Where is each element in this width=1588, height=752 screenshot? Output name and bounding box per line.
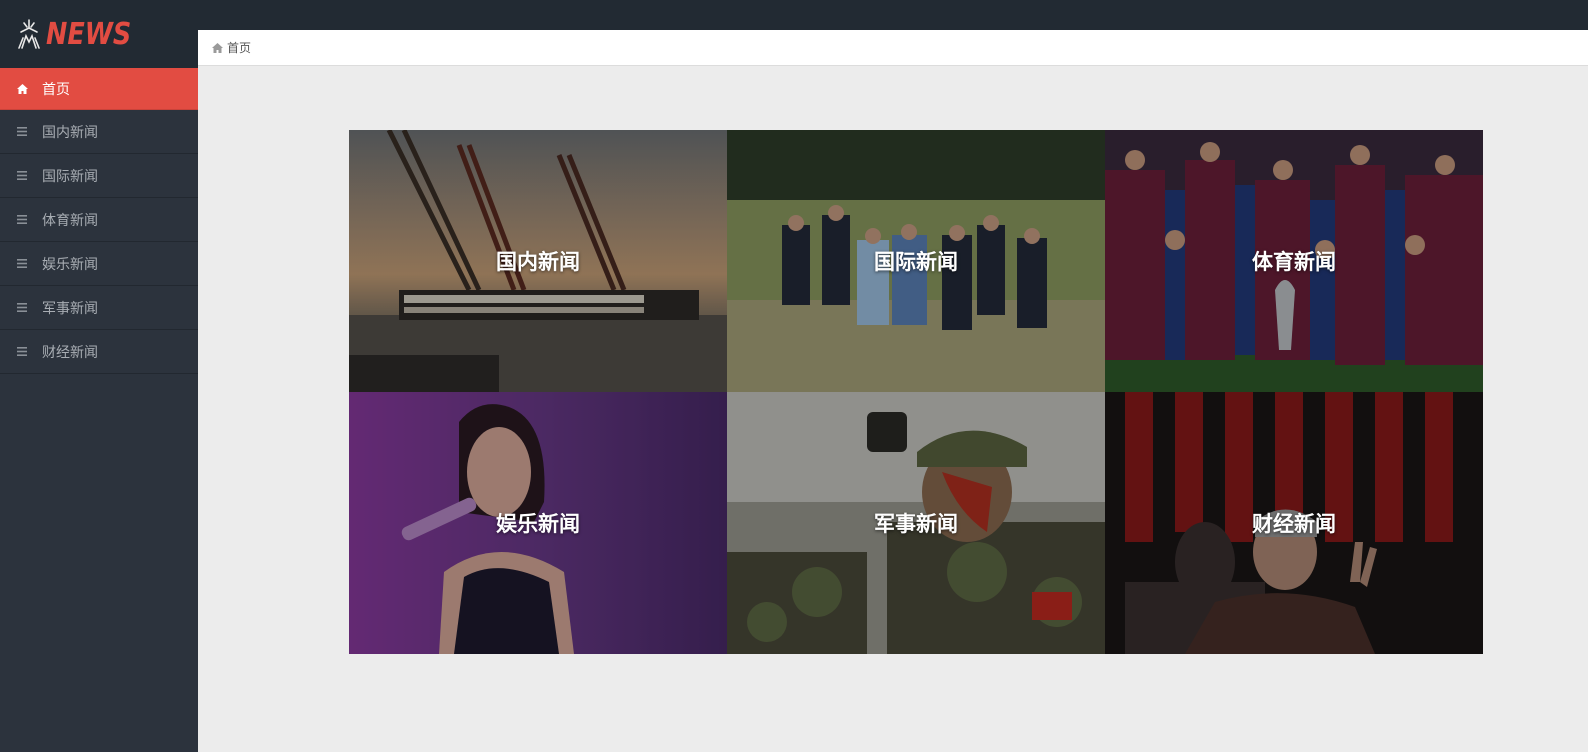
tile-finance-news[interactable]: 财经新闻 [1105,392,1483,654]
sidebar: NEWS 首页 国内新闻 国际新闻 体育新闻 娱乐新闻 军事新闻 财经新闻 [0,0,198,752]
tile-label: 军事新闻 [874,512,958,536]
sidebar-item-label: 娱乐新闻 [42,256,98,273]
tile-label: 娱乐新闻 [496,512,580,536]
home-icon [212,42,223,53]
tile-sports-news[interactable]: 体育新闻 [1105,130,1483,392]
top-bar [198,0,1588,30]
breadcrumb-home-link[interactable]: 首页 [227,39,251,56]
tile-label: 财经新闻 [1252,512,1336,536]
list-icon [16,259,28,268]
tile-label: 国际新闻 [874,250,958,274]
sidebar-nav: 首页 国内新闻 国际新闻 体育新闻 娱乐新闻 军事新闻 财经新闻 [0,68,198,374]
breadcrumb: 首页 [198,30,1588,66]
tile-military-news[interactable]: 军事新闻 [727,392,1105,654]
logo-text: NEWS [46,16,132,52]
category-grid: 国内新闻 国际新闻 体育新闻 娱乐新闻 军事新闻 财经新闻 [349,130,1483,654]
home-icon [16,83,28,94]
tile-entertainment-news[interactable]: 娱乐新闻 [349,392,727,654]
list-icon [16,303,28,312]
sidebar-item-label: 国际新闻 [42,168,98,185]
list-icon [16,215,28,224]
tile-label: 体育新闻 [1252,250,1336,274]
sidebar-item-label: 国内新闻 [42,124,98,141]
sidebar-item-international[interactable]: 国际新闻 [0,154,198,198]
sidebar-item-entertainment[interactable]: 娱乐新闻 [0,242,198,286]
sidebar-item-label: 财经新闻 [42,344,98,361]
sidebar-item-label: 体育新闻 [42,212,98,229]
sidebar-item-label: 军事新闻 [42,300,98,317]
sidebar-item-finance[interactable]: 财经新闻 [0,330,198,374]
tile-international-news[interactable]: 国际新闻 [727,130,1105,392]
sidebar-item-label: 首页 [42,81,70,98]
sidebar-item-domestic[interactable]: 国内新闻 [0,110,198,154]
sidebar-item-sports[interactable]: 体育新闻 [0,198,198,242]
tile-domestic-news[interactable]: 国内新闻 [349,130,727,392]
logo-icon [18,19,40,49]
list-icon [16,171,28,180]
logo[interactable]: NEWS [0,0,198,68]
list-icon [16,127,28,136]
sidebar-item-military[interactable]: 军事新闻 [0,286,198,330]
sidebar-item-home[interactable]: 首页 [0,68,198,110]
tile-label: 国内新闻 [496,250,580,274]
list-icon [16,347,28,356]
